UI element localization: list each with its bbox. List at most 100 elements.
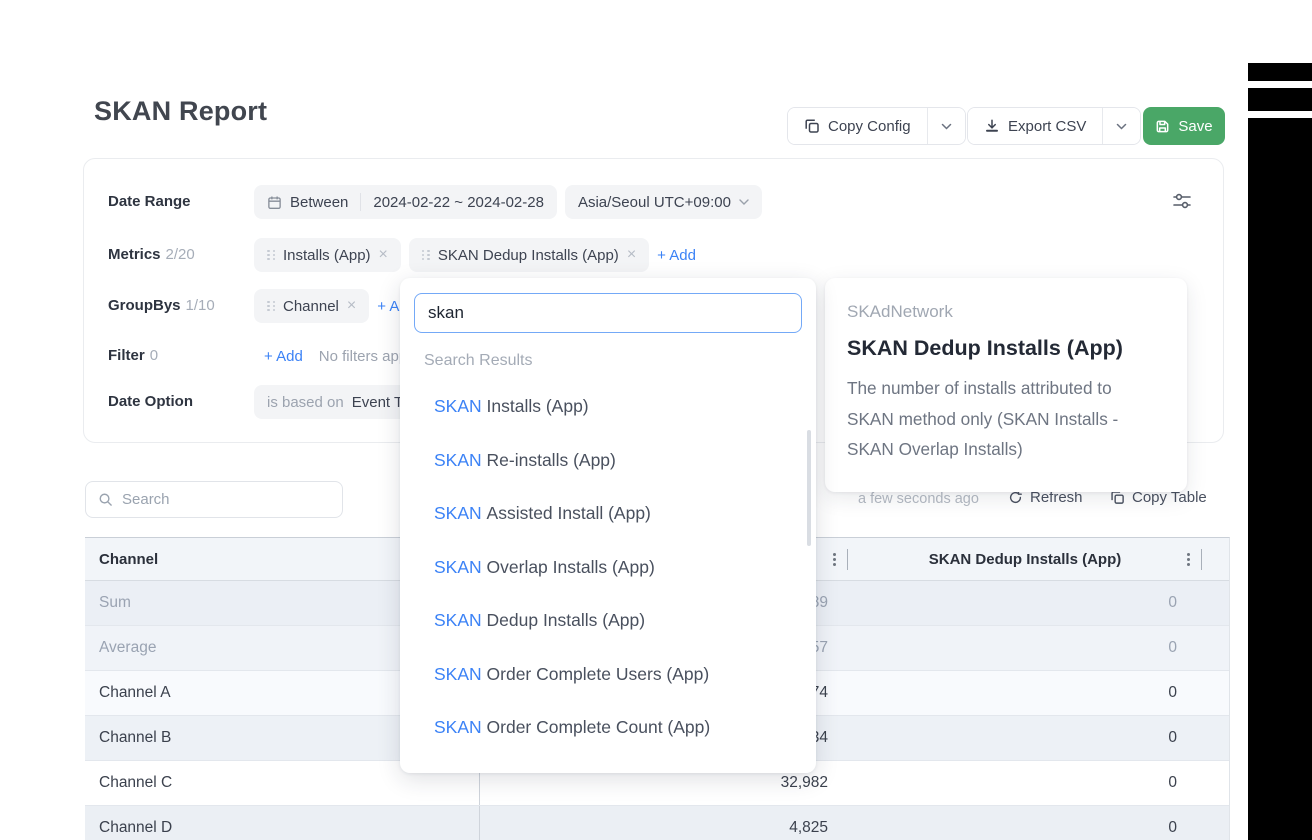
cell-skan-dedup: 0 [1168, 639, 1177, 656]
result-match: SKAN [434, 717, 482, 738]
metric-tooltip-title: SKAN Dedup Installs (App) [847, 336, 1123, 360]
metrics-count: 2/20 [165, 246, 195, 263]
column-header-spacer [1202, 538, 1229, 580]
metric-chip[interactable]: Installs (App) × [254, 238, 401, 272]
metric-search-result[interactable]: SKAN Overlap Installs (App) [400, 541, 816, 595]
date-mode: Between [290, 193, 349, 211]
metric-search-result[interactable]: SKAN Order Complete Users (App) [400, 648, 816, 702]
result-match: SKAN [434, 449, 482, 470]
metric-chip-label: Installs (App) [283, 246, 371, 264]
tune-sliders-icon [1171, 190, 1195, 212]
drag-handle-icon[interactable] [421, 250, 430, 260]
result-match: SKAN [434, 610, 482, 631]
timezone-select[interactable]: Asia/Seoul UTC+09:00 [564, 185, 762, 219]
result-match: SKAN [434, 663, 482, 684]
cell-spacer [1202, 806, 1229, 840]
remove-chip-icon[interactable]: × [627, 247, 636, 263]
metric-tooltip-description: The number of installs attributed to SKA… [847, 378, 1119, 459]
copy-config-label: Copy Config [828, 117, 911, 135]
export-csv-label: Export CSV [1008, 117, 1087, 135]
copy-icon [804, 118, 820, 134]
result-rest: Assisted Install (App) [481, 503, 651, 524]
table-row: Channel D 4,825 0 [85, 806, 1229, 840]
redaction-bar [1248, 118, 1312, 840]
date-option-prefix: is based on [267, 393, 344, 411]
metric-search-input[interactable] [414, 293, 802, 333]
calendar-icon [267, 195, 282, 210]
result-rest: Overlap Installs (App) [481, 556, 655, 577]
timezone-value: Asia/Seoul UTC+09:00 [577, 193, 731, 211]
date-option-label: Date Option [108, 393, 193, 410]
groupbys-label: GroupBys 1/10 [108, 297, 215, 314]
date-range-label: Date Range [108, 193, 191, 210]
filter-count: 0 [149, 347, 159, 364]
copy-config-button-group: Copy Config [787, 107, 966, 145]
result-rest: Re-installs (App) [481, 449, 616, 470]
export-csv-button[interactable]: Export CSV [968, 108, 1103, 144]
metrics-label: Metrics 2/20 [108, 246, 195, 263]
cell-channel: Channel D [85, 806, 480, 840]
skan-report-page: SKAN Report Copy Config Export CSV Save … [0, 0, 1312, 840]
remove-chip-icon[interactable]: × [379, 247, 388, 263]
save-label: Save [1178, 117, 1213, 135]
column-menu-icon[interactable] [1187, 557, 1190, 561]
cell-skan-dedup: 0 [1168, 684, 1177, 701]
drag-handle-icon[interactable] [267, 301, 275, 311]
drag-handle-icon[interactable] [267, 250, 275, 260]
redaction-bar [1248, 63, 1312, 81]
search-icon [98, 492, 113, 507]
result-rest: Installs (App) [481, 396, 589, 417]
groupby-chip[interactable]: Channel × [254, 289, 370, 323]
metric-search-results: SKAN Installs (App) SKAN Re-installs (Ap… [400, 380, 816, 755]
metric-chip[interactable]: SKAN Dedup Installs (App) × [408, 238, 650, 272]
metric-search-result[interactable]: SKAN Re-installs (App) [400, 434, 816, 488]
add-filter-button[interactable]: + Add [264, 348, 303, 365]
cell-skan-dedup: 0 [1168, 774, 1177, 791]
cell-spacer [1202, 761, 1229, 805]
config-settings-button[interactable] [1171, 189, 1195, 213]
metric-search-result[interactable]: SKAN Order Complete Count (App) [400, 701, 816, 755]
date-range-row: Between 2024-02-22 ~ 2024-02-28 Asia/Seo… [254, 185, 762, 219]
groupbys-row: Channel × + Add [254, 289, 416, 323]
copy-config-dropdown-button[interactable] [926, 108, 965, 144]
metric-search-result[interactable]: SKAN Assisted Install (App) [400, 487, 816, 541]
result-match: SKAN [434, 556, 482, 577]
column-menu-icon[interactable] [833, 557, 836, 561]
cell-spacer [1202, 716, 1229, 760]
groupbys-count: 1/10 [185, 297, 215, 314]
chevron-down-icon [1116, 123, 1127, 130]
save-icon [1155, 119, 1170, 134]
metric-chip-label: SKAN Dedup Installs (App) [437, 246, 619, 264]
groupby-chip-label: Channel [283, 297, 339, 315]
divider [360, 193, 362, 211]
refresh-icon [1008, 490, 1023, 505]
metric-search-result[interactable]: SKAN Installs (App) [400, 380, 816, 434]
metric-search-dropdown: Search Results SKAN Installs (App) SKAN … [400, 278, 816, 773]
copy-icon [1110, 490, 1125, 505]
cell-spacer [1202, 626, 1229, 670]
remove-chip-icon[interactable]: × [347, 298, 356, 314]
table-search-input[interactable] [122, 491, 330, 508]
date-range-picker[interactable]: Between 2024-02-22 ~ 2024-02-28 [254, 185, 557, 219]
redaction-bar [1248, 88, 1312, 111]
metric-search-result[interactable]: SKAN Dedup Installs (App) [400, 594, 816, 648]
cell-skan-dedup: 0 [1168, 729, 1177, 746]
table-search [85, 481, 343, 518]
last-updated-text: a few seconds ago [858, 491, 979, 507]
dropdown-scrollbar[interactable] [806, 430, 811, 546]
metric-tooltip: SKAdNetwork SKAN Dedup Installs (App) Th… [825, 278, 1187, 492]
cell-skan-dedup: 0 [1168, 594, 1177, 611]
cell-installs: 4,825 [789, 819, 828, 836]
metrics-row: Installs (App) × SKAN Dedup Installs (Ap… [254, 238, 696, 272]
result-rest: Order Complete Count (App) [481, 717, 711, 738]
column-header-skan-dedup-installs[interactable]: SKAN Dedup Installs (App) [848, 538, 1202, 580]
search-results-label: Search Results [424, 352, 533, 369]
result-rest: Dedup Installs (App) [481, 610, 646, 631]
save-button[interactable]: Save [1143, 107, 1225, 145]
result-rest: Order Complete Users (App) [481, 663, 710, 684]
date-range-value: 2024-02-22 ~ 2024-02-28 [373, 193, 544, 211]
add-metric-button[interactable]: + Add [657, 247, 696, 264]
page-title: SKAN Report [94, 96, 268, 126]
export-csv-dropdown-button[interactable] [1102, 108, 1141, 144]
copy-config-button[interactable]: Copy Config [788, 108, 927, 144]
